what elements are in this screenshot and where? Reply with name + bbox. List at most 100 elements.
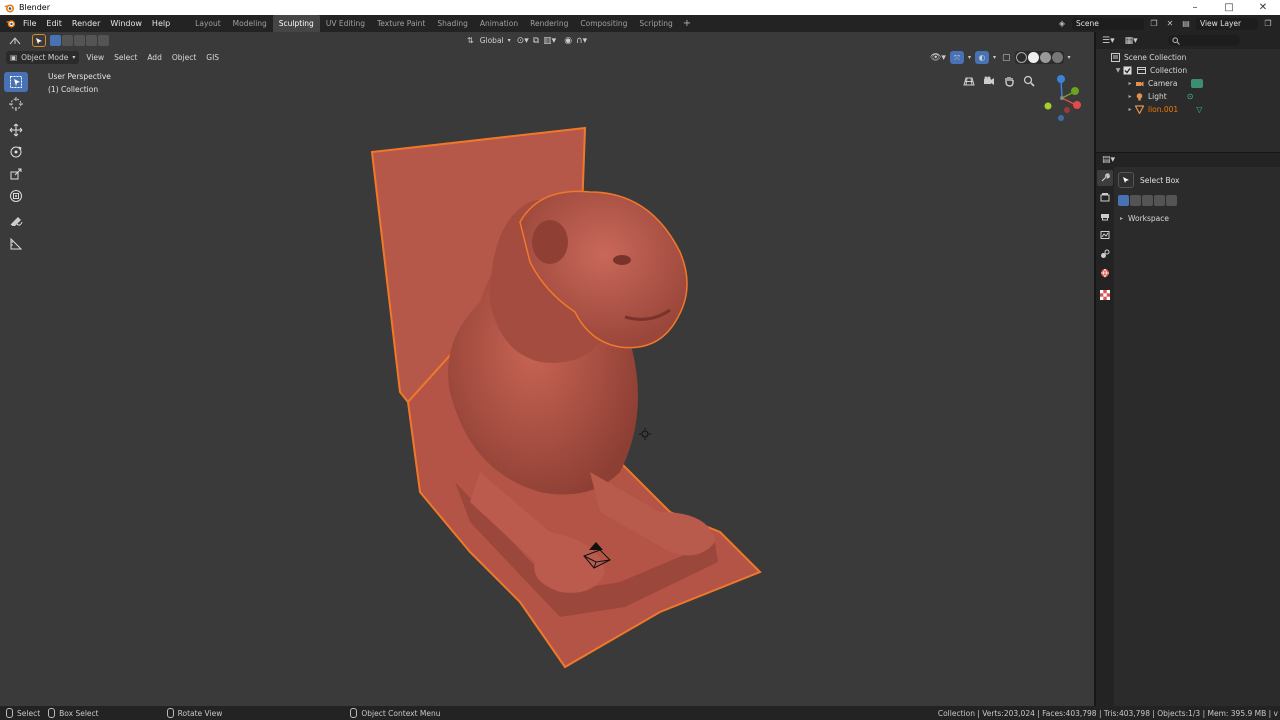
minimize-button[interactable]: – — [1178, 0, 1212, 15]
blender-menu-button[interactable] — [2, 17, 18, 31]
tab-sculpting[interactable]: Sculpting — [272, 15, 320, 32]
camera-view-button[interactable] — [980, 72, 998, 90]
pan-view-button[interactable] — [1000, 72, 1018, 90]
editor-type-button[interactable] — [4, 34, 26, 47]
output-properties-tab[interactable] — [1097, 208, 1113, 224]
light-data-icon[interactable]: ⊙ — [1187, 92, 1194, 101]
navigation-gizmo[interactable] — [1037, 72, 1087, 122]
properties-editor-icon[interactable]: ▤▾ — [1102, 155, 1115, 165]
menu-edit[interactable]: Edit — [41, 15, 67, 32]
view-layer-icon[interactable]: ▤ — [1180, 18, 1192, 30]
material-shading-icon[interactable] — [1039, 52, 1051, 63]
viewport-menu-select[interactable]: Select — [109, 53, 142, 62]
3d-viewport[interactable]: ⇅ Global ▾ ⊙▾ ⧉ ▥▾ ◉ ∩▾ ▣ Object Mode ▾ … — [0, 32, 1094, 706]
overlay-dropdown-icon[interactable]: ▾ — [993, 54, 996, 61]
outliner-search-input[interactable] — [1167, 35, 1240, 46]
tab-compositing[interactable]: Compositing — [574, 15, 633, 32]
outliner-row-collection[interactable]: ▼ Collection — [1096, 64, 1280, 77]
tab-animation[interactable]: Animation — [474, 15, 524, 32]
annotate-tool[interactable] — [4, 212, 28, 232]
visibility-icon[interactable]: 👁▾ — [930, 53, 946, 63]
tool-properties-tab[interactable] — [1097, 170, 1113, 186]
cursor-tool[interactable] — [4, 94, 28, 114]
select-new-icon[interactable] — [50, 35, 61, 46]
scene-selector-icon[interactable]: ◈ — [1056, 18, 1068, 30]
select-box-icon[interactable] — [1118, 172, 1134, 188]
solid-shading-icon[interactable] — [1027, 52, 1039, 63]
viewport-menu-add[interactable]: Add — [142, 53, 167, 62]
outliner-editor-icon[interactable]: ☰▾ — [1102, 36, 1115, 46]
proportional-edit-icon[interactable]: ◉ — [564, 36, 572, 46]
outliner-row-scene-collection[interactable]: Scene Collection — [1096, 51, 1280, 64]
xray-icon[interactable]: ▢ — [1002, 53, 1011, 63]
outliner-row-camera[interactable]: ▸ Camera — [1096, 77, 1280, 90]
tab-texture-paint[interactable]: Texture Paint — [371, 15, 431, 32]
tab-shading[interactable]: Shading — [431, 15, 473, 32]
new-view-layer-icon[interactable]: ❐ — [1262, 18, 1274, 30]
outliner-row-lion[interactable]: ▸ lion.001 ▽ — [1096, 103, 1280, 116]
viewport-menu-object[interactable]: Object — [167, 53, 201, 62]
select-invert-icon[interactable] — [86, 35, 97, 46]
select-subtract-icon[interactable] — [74, 35, 85, 46]
overlay-toggle-button[interactable]: ◐ — [974, 51, 989, 64]
menu-window[interactable]: Window — [105, 15, 147, 32]
tab-rendering[interactable]: Rendering — [524, 15, 574, 32]
tab-scripting[interactable]: Scripting — [633, 15, 678, 32]
tab-modeling[interactable]: Modeling — [227, 15, 273, 32]
tool-select-button[interactable] — [32, 34, 46, 47]
select-box-tool[interactable] — [4, 72, 28, 92]
shading-dropdown-icon[interactable]: ▾ — [1068, 54, 1071, 61]
gizmo-dropdown-icon[interactable]: ▾ — [968, 54, 971, 61]
expand-icon[interactable]: ▸ — [1126, 106, 1134, 113]
delete-scene-icon[interactable]: ✕ — [1164, 18, 1176, 30]
mesh-data-icon[interactable]: ▽ — [1196, 105, 1202, 114]
view-layer-properties-tab[interactable] — [1097, 227, 1113, 243]
world-properties-tab[interactable] — [1097, 265, 1113, 281]
menu-file[interactable]: File — [18, 15, 41, 32]
select-intersect-icon[interactable] — [98, 35, 109, 46]
workspace-panel-header[interactable]: ▸ Workspace — [1118, 210, 1278, 226]
select-extend-icon[interactable] — [62, 35, 73, 46]
checkbox-icon[interactable] — [1122, 66, 1132, 76]
mode-difference-icon[interactable] — [1154, 195, 1165, 206]
display-mode-icon[interactable]: ▦▾ — [1125, 36, 1138, 46]
move-tool[interactable] — [4, 120, 28, 140]
mode-dropdown[interactable]: ▣ Object Mode ▾ — [6, 51, 80, 64]
measure-tool[interactable] — [4, 234, 28, 254]
render-properties-tab[interactable] — [1097, 189, 1113, 205]
snap-icon[interactable]: ⧉ — [533, 36, 539, 46]
zoom-view-button[interactable] — [1020, 72, 1038, 90]
rendered-shading-icon[interactable] — [1051, 52, 1063, 63]
rotate-tool[interactable] — [4, 142, 28, 162]
camera-data-icon[interactable] — [1191, 79, 1204, 88]
expand-icon[interactable]: ▸ — [1126, 80, 1134, 87]
pivot-point-icon[interactable]: ⊙▾ — [517, 36, 529, 46]
gizmo-toggle-button[interactable]: ⤧ — [949, 51, 964, 64]
menu-render[interactable]: Render — [67, 15, 105, 32]
viewport-menu-gis[interactable]: GIS — [201, 53, 224, 62]
lion-model[interactable] — [360, 92, 770, 692]
mode-set-icon[interactable] — [1118, 195, 1129, 206]
wireframe-shading-icon[interactable] — [1015, 52, 1027, 63]
new-scene-icon[interactable]: ❐ — [1148, 18, 1160, 30]
add-workspace-button[interactable]: + — [679, 18, 695, 29]
expand-icon[interactable]: ▼ — [1114, 67, 1122, 74]
outliner-row-light[interactable]: ▸ Light ⊙ — [1096, 90, 1280, 103]
texture-properties-tab[interactable] — [1097, 287, 1113, 303]
toggle-camera-view-button[interactable] — [960, 72, 978, 90]
snap-target-icon[interactable]: ▥▾ — [543, 36, 556, 46]
scale-tool[interactable] — [4, 164, 28, 184]
mode-subtract-icon[interactable] — [1142, 195, 1153, 206]
scene-properties-tab[interactable] — [1097, 246, 1113, 262]
viewport-menu-view[interactable]: View — [81, 53, 109, 62]
falloff-icon[interactable]: ∩▾ — [576, 36, 587, 46]
expand-icon[interactable]: ▸ — [1126, 93, 1134, 100]
tab-layout[interactable]: Layout — [189, 15, 227, 32]
close-button[interactable]: ✕ — [1246, 0, 1280, 15]
mode-intersect-icon[interactable] — [1166, 195, 1177, 206]
light-object[interactable] — [639, 428, 651, 440]
maximize-button[interactable]: □ — [1212, 0, 1246, 15]
menu-help[interactable]: Help — [147, 15, 175, 32]
mode-extend-icon[interactable] — [1130, 195, 1141, 206]
transform-tool[interactable] — [4, 186, 28, 206]
